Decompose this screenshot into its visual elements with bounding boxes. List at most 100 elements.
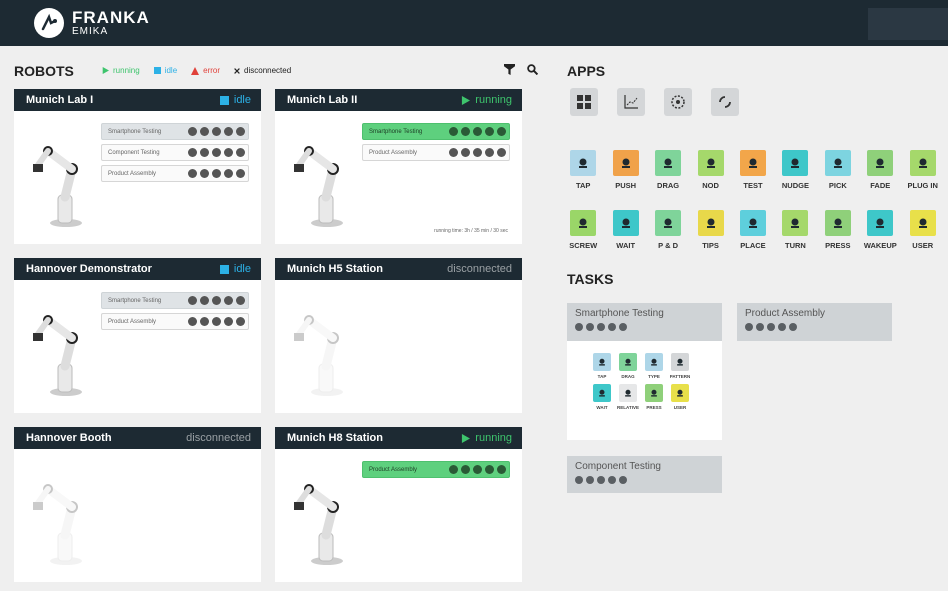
gear-app-icon[interactable] [664, 88, 692, 116]
robot-card[interactable]: Hannover Booth disconnected [14, 427, 261, 582]
robot-task-row[interactable]: Smartphone Testing [362, 123, 510, 140]
copy-icon[interactable] [473, 465, 482, 474]
skill-place[interactable]: PLACE [732, 210, 774, 250]
search-icon[interactable] [527, 64, 538, 75]
delete-icon[interactable] [236, 296, 245, 305]
edit-icon[interactable] [608, 323, 616, 331]
play-icon[interactable] [575, 476, 583, 484]
edit-icon[interactable] [224, 317, 233, 326]
delete-icon[interactable] [619, 323, 627, 331]
info-icon[interactable] [586, 476, 594, 484]
skill-pick[interactable]: PICK [817, 150, 859, 190]
skill-nudge[interactable]: NUDGE [774, 150, 816, 190]
edit-icon[interactable] [224, 127, 233, 136]
robot-task-row[interactable]: Product Assembly [101, 165, 249, 182]
play-icon[interactable] [449, 127, 458, 136]
task-card-component-testing[interactable]: Component Testing [567, 456, 722, 493]
chart-app-icon[interactable] [617, 88, 645, 116]
skill-push[interactable]: PUSH [604, 150, 646, 190]
skill-wakeup[interactable]: WAKEUP [859, 210, 901, 250]
info-icon[interactable] [200, 296, 209, 305]
delete-icon[interactable] [497, 148, 506, 157]
delete-icon[interactable] [497, 465, 506, 474]
robot-card-header[interactable]: Hannover Booth disconnected [14, 427, 261, 449]
task-skill-relative[interactable]: RELATIVE [615, 384, 641, 410]
copy-icon[interactable] [597, 476, 605, 484]
play-icon[interactable] [575, 323, 583, 331]
edit-icon[interactable] [224, 148, 233, 157]
topbar-action-area[interactable] [868, 8, 948, 40]
skill-tips[interactable]: TIPS [689, 210, 731, 250]
task-skill-user[interactable]: USER [667, 384, 693, 410]
task-skill-wait[interactable]: WAIT [589, 384, 615, 410]
copy-icon[interactable] [767, 323, 775, 331]
delete-icon[interactable] [236, 127, 245, 136]
task-skill-drag[interactable]: DRAG [615, 353, 641, 379]
robot-task-row[interactable]: Smartphone Testing [101, 123, 249, 140]
robot-card[interactable]: Munich H5 Station disconnected [275, 258, 522, 413]
skill-press[interactable]: PRESS [817, 210, 859, 250]
edit-icon[interactable] [608, 476, 616, 484]
info-icon[interactable] [461, 465, 470, 474]
play-icon[interactable] [188, 169, 197, 178]
info-icon[interactable] [461, 148, 470, 157]
copy-icon[interactable] [212, 169, 221, 178]
task-skill-press[interactable]: PRESS [641, 384, 667, 410]
info-icon[interactable] [756, 323, 764, 331]
robot-card[interactable]: Munich H8 Station running Product Assemb… [275, 427, 522, 582]
skill-screw[interactable]: SCREW [562, 210, 604, 250]
edit-icon[interactable] [485, 148, 494, 157]
robot-task-row[interactable]: Product Assembly [101, 313, 249, 330]
delete-icon[interactable] [236, 317, 245, 326]
info-icon[interactable] [461, 127, 470, 136]
robot-card[interactable]: Munich Lab II running Smartphone Testing… [275, 89, 522, 244]
delete-icon[interactable] [236, 169, 245, 178]
copy-icon[interactable] [473, 127, 482, 136]
copy-icon[interactable] [597, 323, 605, 331]
task-skill-pattern[interactable]: PATTERN [667, 353, 693, 379]
robot-task-row[interactable]: Product Assembly [362, 461, 510, 478]
task-skill-type[interactable]: TYPE [641, 353, 667, 379]
skill-fade[interactable]: FADE [859, 150, 901, 190]
robot-card-header[interactable]: Munich H8 Station running [275, 427, 522, 449]
copy-icon[interactable] [212, 148, 221, 157]
play-icon[interactable] [188, 148, 197, 157]
edit-icon[interactable] [224, 296, 233, 305]
edit-icon[interactable] [485, 127, 494, 136]
play-icon[interactable] [188, 127, 197, 136]
robot-task-row[interactable]: Component Testing [101, 144, 249, 161]
play-icon[interactable] [449, 148, 458, 157]
skill-plug-in[interactable]: PLUG IN [902, 150, 944, 190]
copy-icon[interactable] [473, 148, 482, 157]
skill-test[interactable]: TEST [732, 150, 774, 190]
skill-turn[interactable]: TURN [774, 210, 816, 250]
info-icon[interactable] [200, 127, 209, 136]
robot-card[interactable]: Hannover Demonstrator idle Smartphone Te… [14, 258, 261, 413]
delete-icon[interactable] [236, 148, 245, 157]
robot-card-header[interactable]: Munich Lab I idle [14, 89, 261, 111]
grid-app-icon[interactable] [570, 88, 598, 116]
copy-icon[interactable] [212, 127, 221, 136]
play-icon[interactable] [449, 465, 458, 474]
robot-task-row[interactable]: Product Assembly [362, 144, 510, 161]
skill-nod[interactable]: NOD [689, 150, 731, 190]
info-icon[interactable] [200, 169, 209, 178]
skill-wait[interactable]: WAIT [604, 210, 646, 250]
robot-card[interactable]: Munich Lab I idle Smartphone Testing Com… [14, 89, 261, 244]
play-icon[interactable] [188, 317, 197, 326]
robot-card-header[interactable]: Munich Lab II running [275, 89, 522, 111]
filter-icon[interactable] [504, 64, 515, 75]
delete-icon[interactable] [789, 323, 797, 331]
skill-drag[interactable]: DRAG [647, 150, 689, 190]
task-card-smartphone-testing[interactable]: Smartphone Testing [567, 303, 722, 341]
skill-tap[interactable]: TAP [562, 150, 604, 190]
robot-task-row[interactable]: Smartphone Testing [101, 292, 249, 309]
robot-card-header[interactable]: Hannover Demonstrator idle [14, 258, 261, 280]
brand-logo[interactable]: FRANKA EMIKA [34, 8, 150, 38]
robot-card-header[interactable]: Munich H5 Station disconnected [275, 258, 522, 280]
delete-icon[interactable] [497, 127, 506, 136]
info-icon[interactable] [586, 323, 594, 331]
delete-icon[interactable] [619, 476, 627, 484]
skill-user[interactable]: USER [902, 210, 944, 250]
edit-icon[interactable] [778, 323, 786, 331]
